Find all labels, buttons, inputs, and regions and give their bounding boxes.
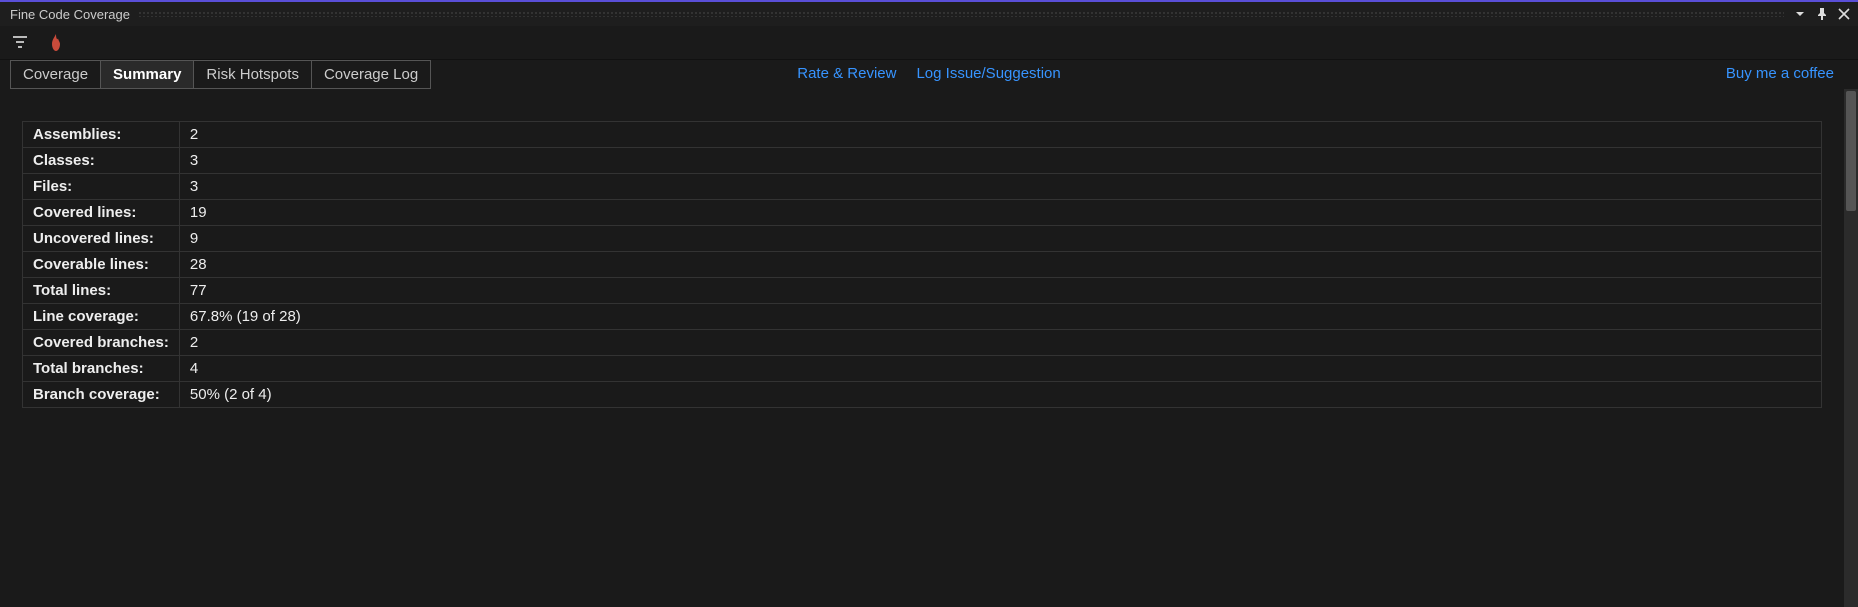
summary-value: 2 — [179, 122, 1821, 148]
summary-value: 67.8% (19 of 28) — [179, 304, 1821, 330]
flame-icon[interactable] — [46, 33, 66, 53]
table-row: Branch coverage: 50% (2 of 4) — [23, 382, 1822, 408]
summary-label: Coverable lines: — [23, 252, 180, 278]
content: Assemblies: 2 Classes: 3 Files: 3 Covere… — [0, 89, 1844, 607]
window-menu-dropdown-icon[interactable] — [1792, 6, 1808, 22]
table-row: Uncovered lines: 9 — [23, 226, 1822, 252]
summary-value: 2 — [179, 330, 1821, 356]
table-row: Files: 3 — [23, 174, 1822, 200]
summary-value: 50% (2 of 4) — [179, 382, 1821, 408]
table-row: Assemblies: 2 — [23, 122, 1822, 148]
summary-label: Files: — [23, 174, 180, 200]
summary-label: Line coverage: — [23, 304, 180, 330]
summary-value: 3 — [179, 148, 1821, 174]
right-links: Buy me a coffee — [1726, 65, 1834, 82]
tool-window: Fine Code Coverage — [0, 0, 1858, 607]
summary-label: Covered branches: — [23, 330, 180, 356]
tabs: Coverage Summary Risk Hotspots Coverage … — [10, 60, 431, 89]
log-issue-link[interactable]: Log Issue/Suggestion — [916, 65, 1060, 82]
summary-value: 3 — [179, 174, 1821, 200]
tab-summary[interactable]: Summary — [101, 61, 194, 88]
summary-label: Classes: — [23, 148, 180, 174]
toolbar — [0, 26, 1858, 60]
window-controls — [1792, 6, 1852, 22]
table-row: Classes: 3 — [23, 148, 1822, 174]
summary-table: Assemblies: 2 Classes: 3 Files: 3 Covere… — [22, 121, 1822, 408]
titlebar-grip[interactable] — [138, 11, 1784, 17]
summary-value: 77 — [179, 278, 1821, 304]
table-row: Total branches: 4 — [23, 356, 1822, 382]
summary-label: Total lines: — [23, 278, 180, 304]
filter-icon[interactable] — [12, 33, 32, 53]
center-links: Rate & Review Log Issue/Suggestion — [797, 65, 1061, 82]
summary-label: Assemblies: — [23, 122, 180, 148]
table-row: Covered lines: 19 — [23, 200, 1822, 226]
table-row: Line coverage: 67.8% (19 of 28) — [23, 304, 1822, 330]
titlebar: Fine Code Coverage — [0, 2, 1858, 26]
summary-value: 4 — [179, 356, 1821, 382]
close-icon[interactable] — [1836, 6, 1852, 22]
window-title: Fine Code Coverage — [6, 7, 130, 22]
summary-value: 19 — [179, 200, 1821, 226]
tab-risk-hotspots[interactable]: Risk Hotspots — [194, 61, 312, 88]
table-row: Covered branches: 2 — [23, 330, 1822, 356]
scrollbar[interactable] — [1844, 89, 1858, 607]
table-row: Coverable lines: 28 — [23, 252, 1822, 278]
summary-label: Uncovered lines: — [23, 226, 180, 252]
rate-review-link[interactable]: Rate & Review — [797, 65, 896, 82]
tab-coverage[interactable]: Coverage — [11, 61, 101, 88]
summary-value: 28 — [179, 252, 1821, 278]
summary-label: Total branches: — [23, 356, 180, 382]
scroll-thumb[interactable] — [1846, 91, 1856, 211]
summary-value: 9 — [179, 226, 1821, 252]
buy-coffee-link[interactable]: Buy me a coffee — [1726, 65, 1834, 82]
table-row: Total lines: 77 — [23, 278, 1822, 304]
summary-label: Branch coverage: — [23, 382, 180, 408]
tab-coverage-log[interactable]: Coverage Log — [312, 61, 430, 88]
content-wrap: Assemblies: 2 Classes: 3 Files: 3 Covere… — [0, 89, 1858, 607]
tabrow: Coverage Summary Risk Hotspots Coverage … — [0, 60, 1858, 89]
pin-icon[interactable] — [1814, 6, 1830, 22]
summary-label: Covered lines: — [23, 200, 180, 226]
